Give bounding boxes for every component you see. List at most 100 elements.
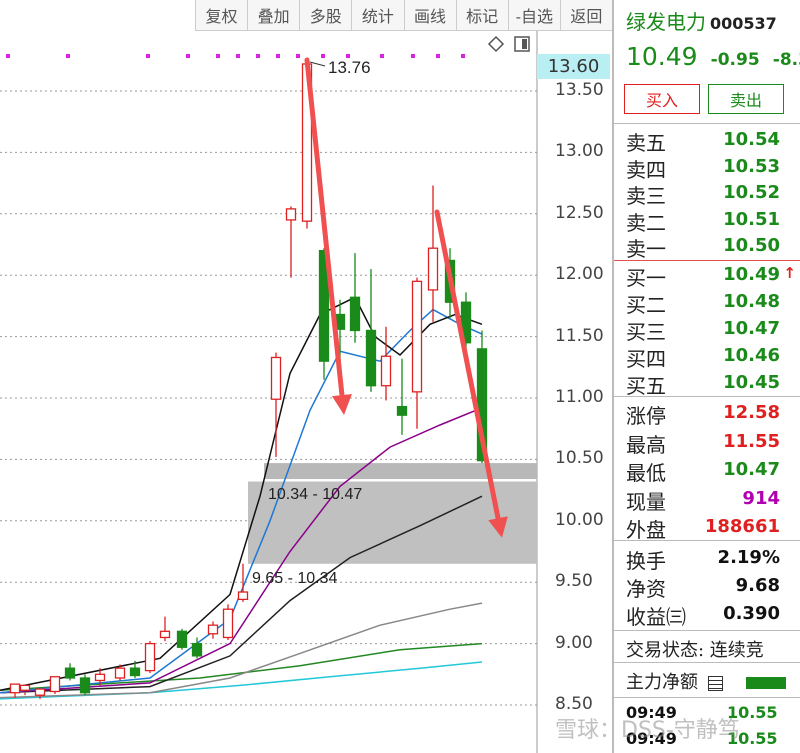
stock-name: 绿发电力	[626, 10, 706, 34]
list-icon[interactable]	[707, 675, 723, 691]
stat-row[interactable]: 涨停 12.58	[614, 400, 800, 428]
ma120-line	[0, 642, 483, 692]
ask-label: 卖二	[626, 210, 666, 235]
finance-row[interactable]: 收益㈢ 0.390	[614, 601, 800, 629]
ask-row[interactable]: 卖四 10.53	[614, 154, 800, 182]
bid-value: 10.45	[723, 372, 780, 393]
y-axis-label: 11.50	[555, 325, 604, 346]
finance-row[interactable]: 净资 9.68	[614, 573, 800, 601]
current-price-tag: 13.60	[537, 54, 610, 79]
ask-label: 卖三	[626, 184, 666, 208]
ask-label: 卖四	[626, 157, 666, 182]
buy-button[interactable]: 买入	[624, 84, 700, 114]
stat-label: 最低	[626, 461, 666, 485]
bid-value: 10.47	[723, 318, 780, 339]
y-axis-label: 12.00	[555, 264, 604, 285]
toolbar-draw-button[interactable]: 画线	[403, 0, 456, 30]
trade-status: 交易状态: 连续竞	[626, 640, 764, 661]
candle-body	[176, 630, 188, 648]
signal-dot	[216, 54, 220, 58]
finance-label: 净资	[626, 577, 666, 601]
high-price-label: 13.76	[328, 58, 371, 77]
candle-body	[411, 280, 423, 393]
toolbar-multi-stock-button[interactable]: 多股	[299, 0, 351, 30]
candle-body	[34, 688, 46, 696]
ask-row[interactable]: 卖五 10.54	[614, 127, 800, 155]
toolbar-stats-button[interactable]: 统计	[351, 0, 403, 30]
stat-value: 11.55	[723, 430, 780, 452]
main-flow-label: 主力净额	[626, 672, 698, 693]
candle-body	[144, 642, 156, 672]
bid-label: 买五	[626, 374, 666, 398]
bid-row[interactable]: 买一 10.49 ↑	[614, 262, 800, 290]
stat-row[interactable]: 最高 11.55	[614, 429, 800, 457]
zone-label: 9.65 - 10.34	[252, 570, 338, 587]
signal-dot	[436, 54, 440, 58]
panel-toggle-icon-fill	[522, 39, 527, 49]
y-axis-label: 12.50	[555, 202, 604, 223]
bid-row[interactable]: 买五 10.45	[614, 370, 800, 398]
stat-label: 最高	[626, 432, 666, 457]
signal-dot	[146, 54, 150, 58]
stat-row[interactable]: 外盘 188661	[614, 514, 800, 542]
finance-value: 9.68	[735, 575, 780, 596]
up-arrow-icon: ↑	[783, 264, 796, 282]
candle-body	[380, 355, 392, 387]
stat-row[interactable]: 现量 914	[614, 486, 800, 514]
signal-dot	[380, 54, 384, 58]
finance-label: 换手	[626, 549, 666, 573]
diamond-icon	[487, 35, 505, 53]
bid-value: 10.49	[723, 264, 780, 285]
finance-row[interactable]: 换手 2.19%	[614, 545, 800, 573]
y-axis-label: 13.00	[555, 141, 604, 162]
quote-line: 10.49 -0.95 -8.3	[626, 42, 800, 71]
candle-body	[94, 673, 106, 682]
ask-row[interactable]: 卖一 10.50	[614, 233, 800, 261]
signal-dot	[321, 54, 325, 58]
candle-body	[427, 247, 439, 291]
toolbar-back-button[interactable]: 返回	[559, 0, 612, 30]
bid-row[interactable]: 买二 10.48	[614, 289, 800, 317]
toolbar-watchlist-button[interactable]: -自选	[507, 0, 560, 30]
stock-header: 绿发电力 000537	[626, 6, 777, 35]
candle-body	[237, 591, 249, 601]
stock-code: 000537	[710, 14, 777, 33]
bid-row[interactable]: 买三 10.47	[614, 316, 800, 344]
ask-label: 卖一	[626, 237, 666, 261]
zone-label: 10.34 - 10.47	[268, 486, 362, 503]
signal-dot	[236, 54, 240, 58]
ma60-line	[0, 602, 483, 699]
sell-button[interactable]: 卖出	[708, 84, 784, 114]
quote-panel: 绿发电力000537 10.49 -0.95 -8.3 买入 卖出 卖五 10.5…	[612, 0, 800, 753]
bid-label: 买一	[626, 266, 666, 290]
candle-body	[159, 630, 171, 639]
kline-chart[interactable]: 13.76 10.34 - 10.47 9.65 - 10.34	[0, 0, 612, 753]
ask-row[interactable]: 卖三 10.52	[614, 180, 800, 208]
finance-value: 2.19%	[717, 547, 780, 568]
candle-body	[222, 608, 234, 639]
ask-value: 10.53	[723, 155, 780, 177]
y-axis-label: 13.50	[555, 80, 604, 100]
bid-value: 10.46	[723, 345, 780, 366]
stat-value: 188661	[704, 516, 780, 537]
candle-body	[207, 624, 219, 635]
candle-body	[270, 356, 282, 400]
signal-dot	[411, 54, 415, 58]
zone-band-1	[264, 463, 537, 480]
toolbar-fuquan-button[interactable]: 复权	[195, 0, 247, 30]
bid-label: 买二	[626, 293, 666, 317]
toolbar-overlay-button[interactable]: 叠加	[247, 0, 299, 30]
stat-label: 现量	[626, 489, 666, 514]
candle-body	[191, 642, 203, 657]
bid-row[interactable]: 买四 10.46	[614, 343, 800, 371]
y-axis-label: 9.50	[555, 571, 593, 592]
stat-value: 12.58	[723, 402, 780, 423]
signal-dot	[296, 54, 300, 58]
ask-value: 10.50	[723, 235, 780, 256]
stat-row[interactable]: 最低 10.47	[614, 457, 800, 485]
ask-row[interactable]: 卖二 10.51	[614, 207, 800, 235]
toolbar-mark-button[interactable]: 标记	[455, 0, 508, 30]
stat-label: 涨停	[626, 404, 666, 428]
flow-bar	[746, 677, 787, 689]
price-change-pct: -8.3	[772, 50, 800, 70]
